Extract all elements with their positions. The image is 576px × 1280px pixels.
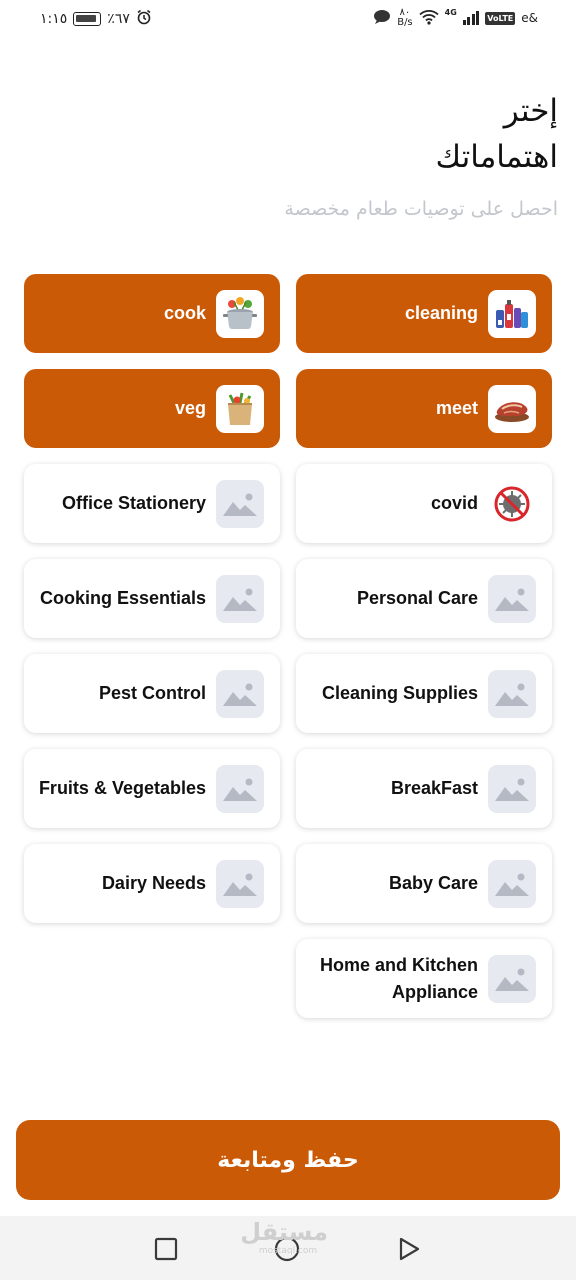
cooking-pot-image xyxy=(216,289,264,338)
back-triangle-icon xyxy=(399,1237,420,1261)
back-button[interactable] xyxy=(396,1236,422,1262)
image-placeholder-icon xyxy=(216,859,264,908)
status-bar: ١:١٥ ٪٦٧ ٨٠ B/s 4G VoLTE e& xyxy=(0,0,576,38)
page-title: إختر اهتماماتك xyxy=(258,88,559,180)
clock: ١:١٥ xyxy=(40,11,68,27)
interest-card-fruits-vegetables[interactable]: Fruits & Vegetables xyxy=(24,749,280,828)
interest-card-veg[interactable]: veg xyxy=(24,369,280,448)
meat-image xyxy=(488,384,536,433)
save-continue-button[interactable]: حفظ ومتابعة xyxy=(16,1120,560,1200)
interest-card-cleaning[interactable]: cleaning xyxy=(296,274,552,353)
wifi-icon xyxy=(419,9,439,28)
alarm-icon xyxy=(136,9,152,29)
interest-card-pest-control[interactable]: Pest Control xyxy=(24,654,280,733)
interest-label: Home and Kitchen Appliance xyxy=(319,954,478,1002)
interest-card-cooking-essentials[interactable]: Cooking Essentials xyxy=(24,559,280,638)
image-placeholder-icon xyxy=(488,764,536,813)
watermark-latin: mostaql.com xyxy=(258,1246,318,1256)
interest-label: Cleaning Supplies xyxy=(321,683,478,703)
square-icon xyxy=(154,1237,178,1261)
volte-badge: VoLTE xyxy=(485,11,516,25)
interest-card-meet[interactable]: meet xyxy=(296,369,552,448)
interest-label: Fruits & Vegetables xyxy=(38,778,206,798)
interest-label: Baby Care xyxy=(388,873,478,893)
interest-label: meet xyxy=(435,398,478,418)
signal-icon xyxy=(462,11,480,25)
interest-card-cleaning-supplies[interactable]: Cleaning Supplies xyxy=(296,654,552,733)
interests-grid: cleaning cook meet veg covid Office Stat… xyxy=(24,274,552,1018)
network-type: 4G xyxy=(444,8,457,17)
interest-label: veg xyxy=(174,398,206,418)
network-speed: ٨٠ B/s xyxy=(397,7,413,28)
image-placeholder-icon xyxy=(216,669,264,718)
interest-label: BreakFast xyxy=(390,778,478,798)
interest-card-baby-care[interactable]: Baby Care xyxy=(296,844,552,923)
interest-label: Office Stationery xyxy=(61,493,206,513)
vegetable-bag-image xyxy=(216,384,264,433)
interest-card-breakfast[interactable]: BreakFast xyxy=(296,749,552,828)
image-placeholder-icon xyxy=(488,574,536,623)
interest-card-personal-care[interactable]: Personal Care xyxy=(296,559,552,638)
interest-label: cook xyxy=(163,303,206,323)
interest-label: covid xyxy=(430,493,478,513)
battery-percent: ٪٦٧ xyxy=(107,11,130,27)
chat-bubble-icon xyxy=(373,9,391,28)
interest-label: cleaning xyxy=(404,303,478,323)
battery-icon xyxy=(73,12,102,26)
interest-label: Dairy Needs xyxy=(101,873,206,893)
image-placeholder-icon xyxy=(488,669,536,718)
interest-card-home-kitchen-appliance[interactable]: Home and Kitchen Appliance xyxy=(296,939,552,1018)
status-left: ١:١٥ ٪٦٧ xyxy=(40,9,152,29)
interest-label: Personal Care xyxy=(356,588,478,608)
page-title-line2: اهتماماتك xyxy=(435,139,559,175)
interest-label: Cooking Essentials xyxy=(39,588,206,608)
carrier-label: e& xyxy=(521,11,538,25)
interest-card-office-stationery[interactable]: Office Stationery xyxy=(24,464,280,543)
interest-card-covid[interactable]: covid xyxy=(296,464,552,543)
no-covid-icon xyxy=(488,479,536,528)
image-placeholder-icon xyxy=(488,859,536,908)
watermark-arabic: مستقل xyxy=(240,1218,328,1246)
image-placeholder-icon xyxy=(216,479,264,528)
image-placeholder-icon xyxy=(216,764,264,813)
page-title-line1: إختر xyxy=(503,93,558,129)
image-placeholder-icon xyxy=(488,954,536,1003)
image-placeholder-icon xyxy=(216,574,264,623)
interest-card-cook[interactable]: cook xyxy=(24,274,280,353)
page-subtitle: احصل على توصيات طعام مخصصة xyxy=(284,198,558,220)
watermark: مستقل mostaql.com xyxy=(240,1218,328,1256)
interest-label: Pest Control xyxy=(98,683,206,703)
recents-button[interactable] xyxy=(153,1236,179,1262)
cleaning-products-image xyxy=(488,289,536,338)
status-right: ٨٠ B/s 4G VoLTE e& xyxy=(373,8,538,28)
interest-card-dairy-needs[interactable]: Dairy Needs xyxy=(24,844,280,923)
